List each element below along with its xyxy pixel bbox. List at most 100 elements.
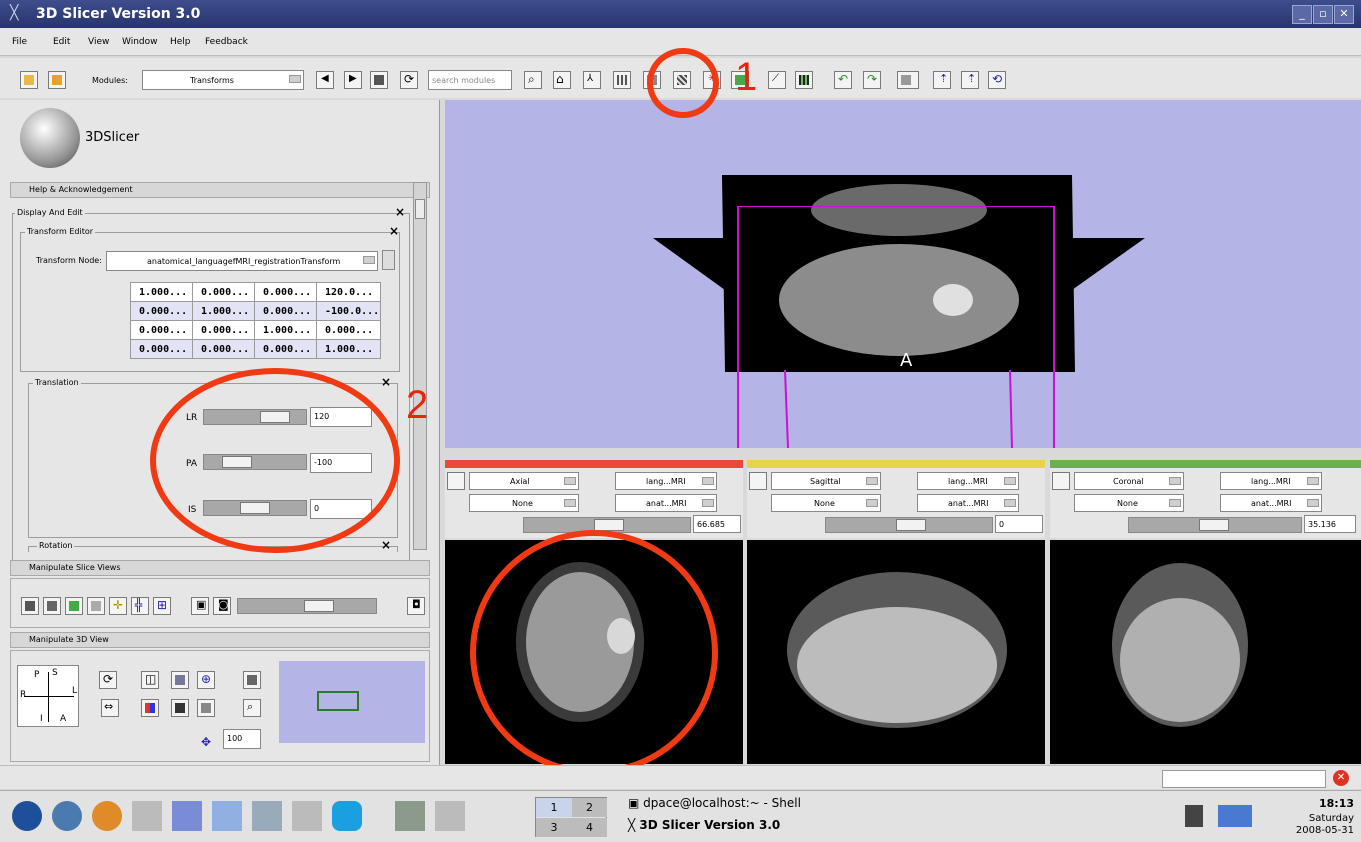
stereo-icon[interactable]: ⇔ — [101, 699, 119, 717]
sagittal-fg-select[interactable]: lang...MRI — [917, 472, 1019, 490]
fedora-icon[interactable] — [12, 801, 42, 831]
close-button[interactable]: ✕ — [1334, 5, 1354, 24]
slice-compose-icon[interactable] — [43, 597, 61, 615]
writer-icon[interactable] — [172, 801, 202, 831]
workspace-1[interactable]: 1 — [536, 798, 572, 817]
pin-icon[interactable] — [749, 472, 767, 490]
firefox-icon[interactable] — [92, 801, 122, 831]
camera-icon[interactable] — [171, 699, 189, 717]
sagittal-offset-slider[interactable] — [825, 517, 993, 533]
data-tree-icon[interactable]: ⅄ — [583, 71, 601, 89]
network-update-icon[interactable] — [1218, 805, 1252, 827]
axial-offset-value[interactable]: 66.685 — [693, 515, 741, 533]
eye-icon[interactable] — [21, 597, 39, 615]
menu-window[interactable]: Window — [122, 37, 158, 47]
transform-node-selector[interactable]: anatomical_languagefMRI_registrationTran… — [106, 251, 378, 271]
box-icon[interactable]: ◫ — [141, 671, 159, 689]
slice-opacity-slider[interactable] — [237, 598, 377, 614]
undo-icon[interactable]: ↶ — [834, 71, 852, 89]
sagittal-offset-thumb[interactable] — [896, 519, 926, 531]
foreground-icon[interactable]: ◘ — [407, 597, 425, 615]
sagittal-bg-select[interactable]: anat...MRI — [917, 494, 1019, 512]
sagittal-label-select[interactable]: None — [771, 494, 881, 512]
pin-icon[interactable] — [447, 472, 465, 490]
node-spinner[interactable] — [382, 250, 395, 270]
draw-icon[interactable] — [212, 801, 242, 831]
axial-fg-select[interactable]: lang...MRI — [615, 472, 717, 490]
color-table-icon[interactable] — [795, 71, 813, 89]
menu-edit[interactable]: Edit — [53, 37, 70, 47]
module-history-button[interactable] — [370, 71, 388, 89]
coronal-offset-value[interactable]: 35.136 — [1304, 515, 1356, 533]
home-folder-icon[interactable] — [395, 801, 425, 831]
task-shell[interactable]: ▣ dpace@localhost:~ - Shell — [628, 796, 838, 816]
next-module-button[interactable]: ▶ — [344, 71, 362, 89]
rotate-view-icon[interactable]: ⟲ — [988, 71, 1006, 89]
label-outline-icon[interactable] — [87, 597, 105, 615]
error-icon[interactable]: ✕ — [1333, 770, 1349, 786]
search-modules-input[interactable]: search modules — [428, 70, 512, 90]
zoom-value-input[interactable]: 100 — [223, 729, 261, 749]
transform-matrix[interactable]: 1.000... 0.000... 0.000... 120.0... 0.000..… — [130, 282, 382, 359]
coronal-orientation-select[interactable]: Coronal — [1074, 472, 1184, 490]
save-scene-button[interactable] — [48, 71, 66, 89]
coronal-fg-select[interactable]: lang...MRI — [1220, 472, 1322, 490]
previous-module-button[interactable]: ◀ — [316, 71, 334, 89]
task-slicer[interactable]: ╳ 3D Slicer Version 3.0 — [628, 818, 838, 838]
skype-icon[interactable] — [332, 801, 362, 831]
close-icon[interactable]: × — [389, 224, 399, 238]
pin-icon[interactable] — [1052, 472, 1070, 490]
minimize-button[interactable]: _ — [1292, 5, 1312, 24]
close-icon[interactable]: × — [395, 205, 405, 219]
clipboard-icon[interactable] — [1185, 805, 1203, 827]
background-icon[interactable]: ◙ — [213, 597, 231, 615]
axial-label-select[interactable]: None — [469, 494, 579, 512]
center-icon[interactable]: ⊕ — [197, 671, 215, 689]
menu-view[interactable]: View — [88, 37, 109, 47]
menu-file[interactable]: File — [12, 37, 27, 47]
coronal-bg-select[interactable]: anat...MRI — [1220, 494, 1322, 512]
editor-app-icon[interactable] — [292, 801, 322, 831]
coronal-label-select[interactable]: None — [1074, 494, 1184, 512]
3d-thumbnail[interactable] — [279, 661, 425, 743]
fiducial-place-icon[interactable]: ⇡ — [933, 71, 951, 89]
workspace-3[interactable]: 3 — [536, 818, 572, 837]
manipulate-slice-header[interactable]: Manipulate Slice Views — [10, 560, 430, 576]
screenshot-icon[interactable] — [197, 699, 215, 717]
presentation-icon[interactable] — [252, 801, 282, 831]
view-orientation-widget[interactable]: P S R L I A — [17, 665, 79, 727]
volumes-icon[interactable] — [613, 71, 631, 89]
workspace-2[interactable]: 2 — [572, 798, 607, 817]
sagittal-offset-value[interactable]: 0 — [995, 515, 1043, 533]
grid-icon[interactable]: ╬ — [131, 597, 149, 615]
coronal-slice-view[interactable] — [1050, 540, 1361, 764]
zoom-icon[interactable]: ⌕ — [243, 699, 261, 717]
coronal-offset-thumb[interactable] — [1199, 519, 1229, 531]
maximize-button[interactable]: ▫ — [1313, 5, 1333, 24]
manipulate-3d-header[interactable]: Manipulate 3D View — [10, 632, 430, 648]
look-from-icon[interactable] — [243, 671, 261, 689]
layout-selector-icon[interactable] — [897, 71, 919, 89]
search-icon[interactable]: ⌕ — [524, 71, 542, 89]
refresh-module-button[interactable]: ⟳ — [400, 71, 418, 89]
close-icon[interactable]: × — [381, 538, 391, 552]
help-section-header[interactable]: Help & Acknowledgement — [10, 182, 430, 198]
visibility-icon[interactable] — [171, 671, 189, 689]
measurements-icon[interactable]: ⟋ — [768, 71, 786, 89]
panel-scrollbar[interactable] — [413, 182, 427, 550]
clock-time[interactable]: 18:13 — [1290, 797, 1354, 810]
thumbnail-viewport[interactable] — [317, 691, 359, 711]
scrollbar-thumb[interactable] — [415, 199, 425, 219]
mail-icon[interactable] — [132, 801, 162, 831]
trash-icon[interactable] — [435, 801, 465, 831]
sagittal-slice-view[interactable] — [747, 540, 1045, 764]
slice-fit-icon[interactable] — [65, 597, 83, 615]
axial-orientation-select[interactable]: Axial — [469, 472, 579, 490]
sagittal-orientation-select[interactable]: Sagittal — [771, 472, 881, 490]
menu-feedback[interactable]: Feedback — [205, 37, 248, 47]
module-selector[interactable]: Transforms — [142, 70, 304, 90]
load-scene-button[interactable] — [20, 71, 38, 89]
fit-slices-icon[interactable]: ▣ — [191, 597, 209, 615]
redo-icon[interactable]: ↷ — [863, 71, 881, 89]
slice-opacity-thumb[interactable] — [304, 600, 334, 612]
